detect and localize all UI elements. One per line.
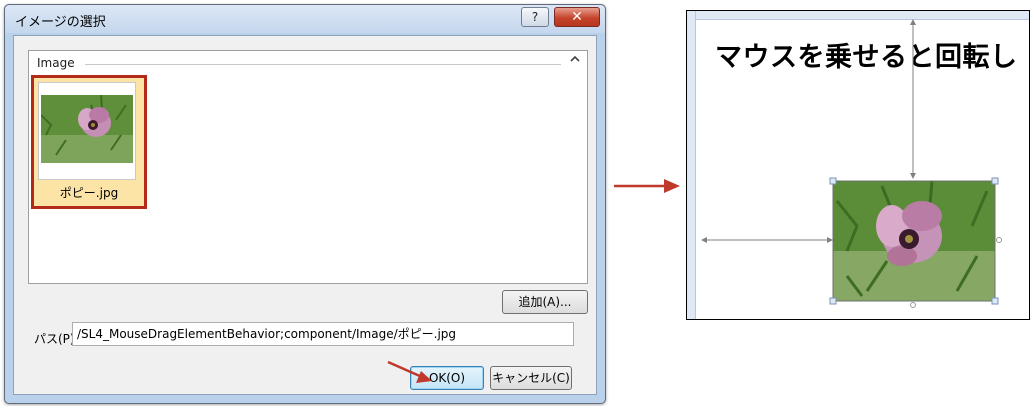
- image-element-with-handles[interactable]: [687, 11, 1029, 319]
- arrow-to-ok-icon: [387, 360, 432, 383]
- arrow-to-preview-icon: [614, 179, 680, 193]
- poppy-image-element[interactable]: [833, 180, 995, 301]
- designer-canvas-preview: マウスを乗せると回転し: [686, 10, 1030, 320]
